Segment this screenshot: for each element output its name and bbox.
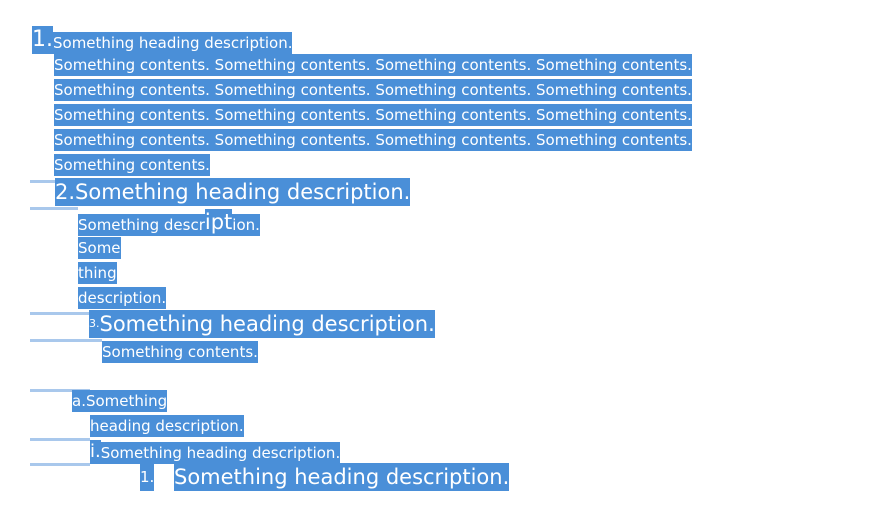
description-line: thing	[78, 262, 117, 284]
selection-bar	[30, 463, 90, 466]
item-2-description: Something description.	[78, 209, 260, 236]
description-text: ion.	[232, 214, 260, 236]
list-marker: 2.	[55, 178, 76, 206]
heading: Something heading description.	[99, 310, 435, 338]
heading: Something heading description.	[100, 442, 341, 464]
description-text: Something descr	[78, 214, 205, 236]
item-3-contents: Something contents.	[102, 341, 258, 363]
heading-line: heading description.	[90, 415, 244, 437]
heading-line: Something	[85, 390, 168, 412]
content-line: Something contents. Something contents. …	[54, 54, 692, 76]
description-large: ipt	[204, 209, 233, 236]
item-a-continued: heading description.	[90, 415, 244, 437]
list-item-2: 2.Something heading description.	[55, 178, 411, 206]
document-page: { "item1": { "marker": "1.", "heading": …	[0, 0, 880, 514]
list-item-3: 3.Something heading description.	[89, 310, 435, 338]
list-marker: 1.	[32, 26, 53, 54]
content-line: Something contents. Something contents. …	[54, 104, 692, 126]
selection-bar	[30, 339, 102, 342]
item-1-nested-heading: Something heading description.	[174, 463, 510, 491]
content-line: Something contents. Something contents. …	[54, 79, 692, 101]
item-1-contents: Something contents. Something contents. …	[54, 54, 692, 179]
content-line: Something contents.	[54, 154, 210, 176]
list-marker: 3.	[89, 310, 100, 338]
item-2-lines: Some thing description.	[78, 237, 167, 312]
content-line: Something contents.	[102, 341, 258, 363]
description-line: Some	[78, 237, 121, 259]
content-line: Something contents. Something contents. …	[54, 129, 692, 151]
list-marker: i.	[90, 440, 101, 464]
heading: Something heading description.	[53, 32, 293, 54]
list-marker: 1.	[140, 463, 155, 491]
list-item-a: a.Something	[72, 390, 168, 412]
heading: Something heading description.	[174, 463, 510, 491]
list-item-1: 1.Something heading description.	[32, 26, 293, 54]
list-item-i: i.Something heading description.	[90, 440, 341, 464]
list-item-1-nested: 1.	[140, 463, 155, 491]
selection-bar	[30, 438, 90, 441]
list-marker: a.	[72, 390, 86, 412]
selection-bar	[30, 207, 78, 210]
heading: Something heading description.	[75, 178, 411, 206]
description-line: description.	[78, 287, 167, 309]
